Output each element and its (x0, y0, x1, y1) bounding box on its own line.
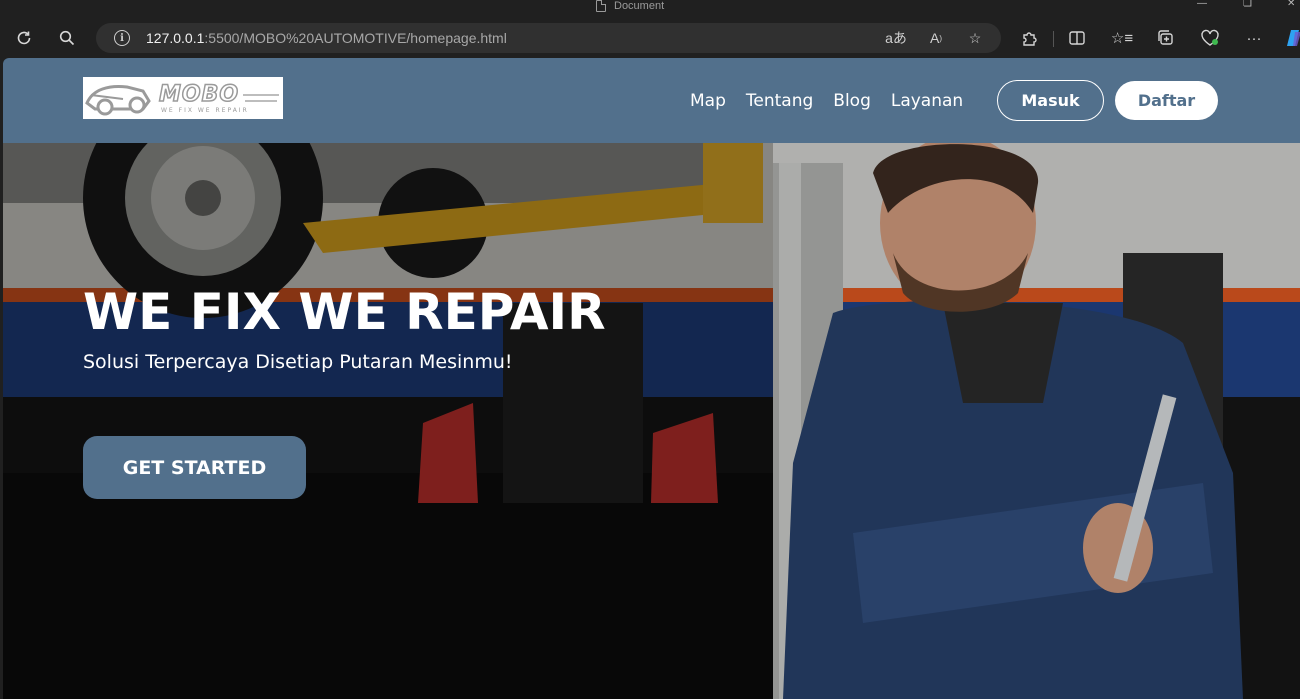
translate-icon[interactable]: aあ (885, 27, 907, 49)
favorite-star-icon[interactable]: ☆ (964, 27, 986, 49)
url-path: :5500/MOBO%20AUTOMOTIVE/homepage.html (204, 30, 507, 46)
main-nav: Map Tentang Blog Layanan (690, 91, 983, 111)
nav-link-map[interactable]: Map (690, 91, 726, 111)
logo-tagline: WE FIX WE REPAIR (161, 107, 249, 114)
browser-essentials-icon[interactable] (1198, 26, 1222, 50)
split-screen-icon[interactable] (1065, 26, 1089, 50)
register-button[interactable]: Daftar (1115, 81, 1218, 120)
page-viewport: MOBO WE FIX WE REPAIR Map Tentang Blog L… (3, 58, 1300, 699)
hero-title: WE FIX WE REPAIR (83, 283, 606, 341)
logo-wordmark: MOBO (158, 81, 240, 108)
search-icon[interactable] (55, 26, 79, 50)
restore-icon[interactable]: ❏ (1243, 0, 1252, 12)
window-titlebar: Document — ❏ ✕ (0, 0, 1300, 18)
nav-link-blog[interactable]: Blog (833, 91, 871, 111)
favorites-list-icon[interactable]: ☆≡ (1110, 26, 1134, 50)
toolbar-divider (1053, 31, 1054, 47)
get-started-button[interactable]: GET STARTED (83, 436, 306, 499)
hero-section: WE FIX WE REPAIR Solusi Terpercaya Diset… (3, 143, 1300, 699)
document-icon (596, 0, 606, 12)
site-logo[interactable]: MOBO WE FIX WE REPAIR (83, 77, 283, 119)
hero-subtitle: Solusi Terpercaya Disetiap Putaran Mesin… (83, 351, 513, 373)
read-aloud-icon[interactable]: A) (925, 27, 947, 49)
collections-icon[interactable] (1154, 26, 1178, 50)
copilot-icon[interactable] (1282, 26, 1300, 50)
info-icon[interactable]: i (114, 30, 130, 46)
address-bar[interactable]: i 127.0.0.1:5500/MOBO%20AUTOMOTIVE/homep… (96, 23, 1001, 53)
url-host: 127.0.0.1 (146, 30, 205, 46)
nav-link-layanan[interactable]: Layanan (891, 91, 963, 111)
refresh-icon[interactable] (12, 26, 36, 50)
window-title-text: Document (614, 0, 665, 12)
login-button[interactable]: Masuk (997, 80, 1104, 121)
url-text[interactable]: 127.0.0.1:5500/MOBO%20AUTOMOTIVE/homepag… (146, 30, 507, 46)
window-title: Document (596, 0, 664, 12)
minimize-icon[interactable]: — (1197, 0, 1207, 12)
site-header: MOBO WE FIX WE REPAIR Map Tentang Blog L… (3, 58, 1300, 143)
close-icon[interactable]: ✕ (1287, 0, 1295, 12)
browser-toolbar: i 127.0.0.1:5500/MOBO%20AUTOMOTIVE/homep… (0, 18, 1300, 58)
more-icon[interactable]: ··· (1242, 26, 1266, 50)
extensions-icon[interactable] (1017, 26, 1041, 50)
nav-link-tentang[interactable]: Tentang (746, 91, 813, 111)
hero-background-image (3, 143, 1300, 699)
